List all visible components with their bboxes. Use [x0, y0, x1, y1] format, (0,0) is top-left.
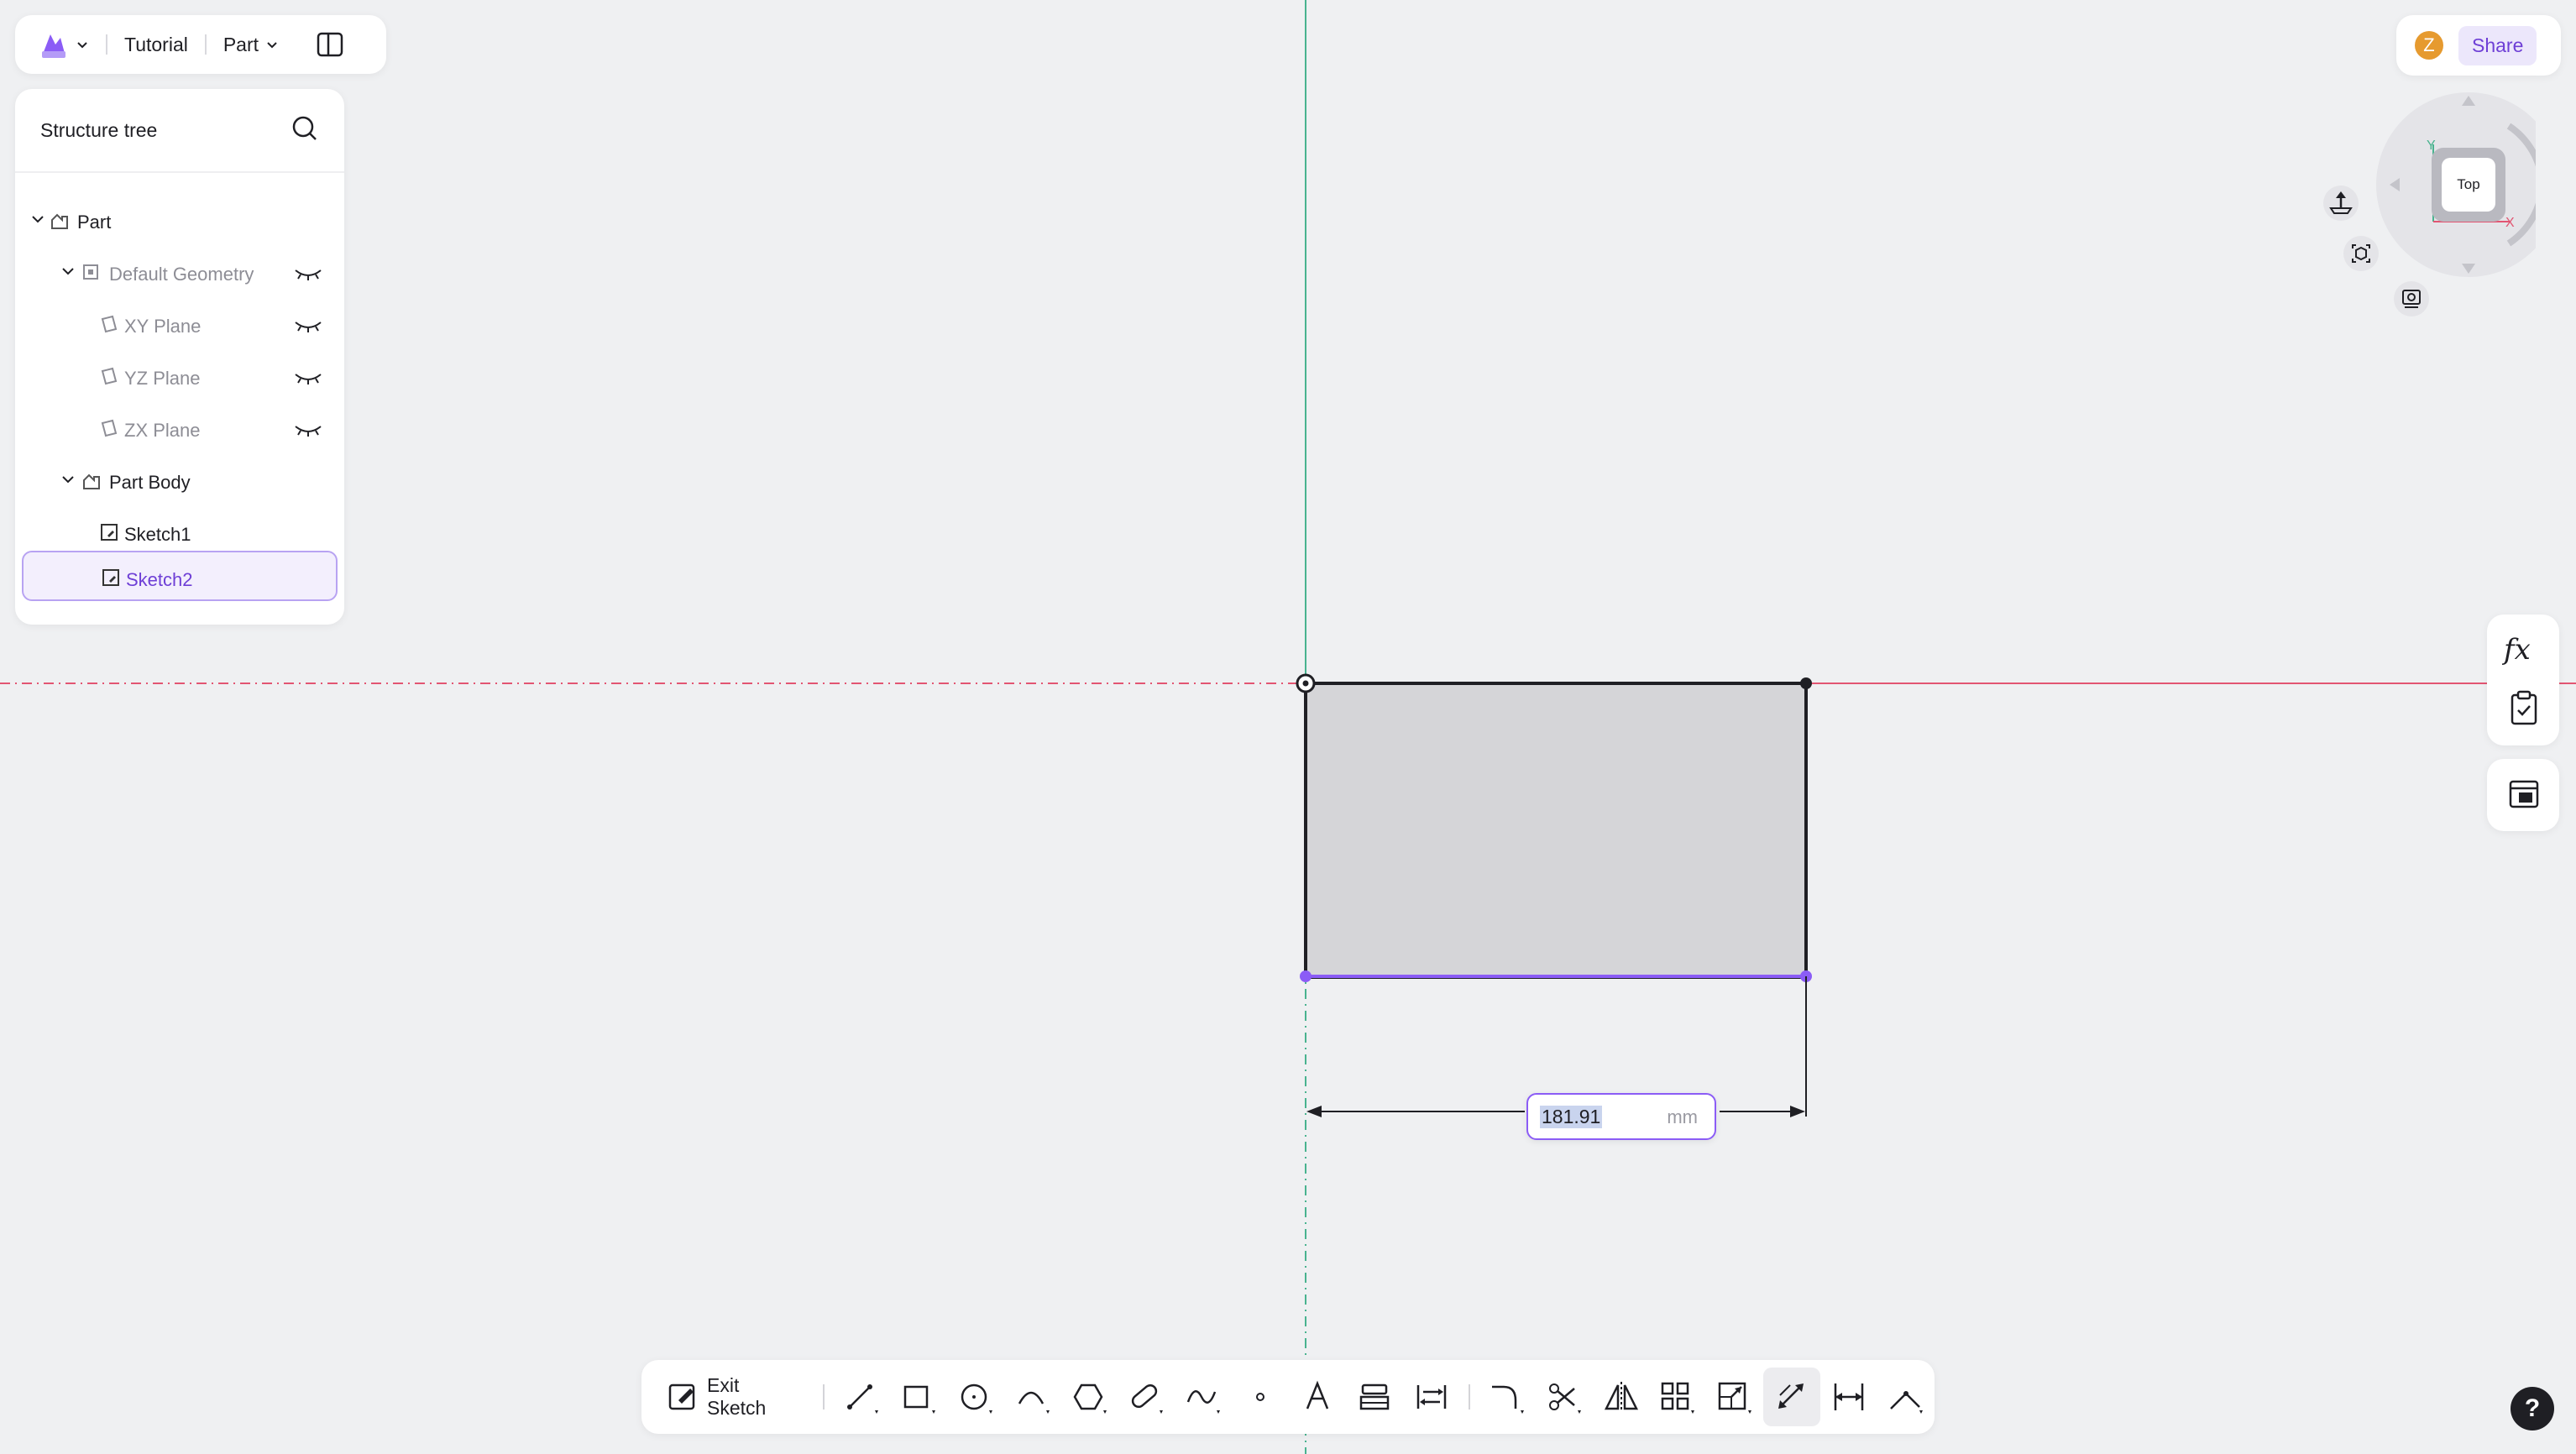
help-button[interactable]: ?: [2511, 1387, 2554, 1430]
structure-tree-panel: Structure tree Part Default Geometry XY …: [15, 89, 344, 625]
tree-item-zx-plane[interactable]: ZX Plane: [15, 403, 344, 455]
chevron-down-icon[interactable]: [60, 264, 76, 279]
slot-tool-icon[interactable]: [1118, 1368, 1175, 1426]
axis-label: X: [2505, 216, 2515, 230]
pattern-tool-icon[interactable]: [1649, 1368, 1706, 1426]
home-view-icon[interactable]: [2322, 185, 2359, 222]
project-tool-icon[interactable]: [1346, 1368, 1403, 1426]
tree-item-xy-plane[interactable]: XY Plane: [15, 299, 344, 351]
sketch-canvas[interactable]: [0, 0, 2576, 1454]
origin-point-center: [1302, 680, 1309, 687]
exit-sketch-icon: [667, 1380, 700, 1414]
eye-closed-icon[interactable]: [294, 423, 322, 437]
trim-tool-icon[interactable]: [1536, 1368, 1593, 1426]
tree-item-yz-plane[interactable]: YZ Plane: [15, 351, 344, 403]
divider: [106, 34, 107, 55]
dimension-unit: mm: [1667, 1106, 1698, 1127]
dimension-input[interactable]: 181.91 mm: [1526, 1093, 1716, 1140]
dimension-value[interactable]: 181.91: [1540, 1106, 1603, 1128]
plane-icon: [99, 366, 119, 386]
checklist-icon[interactable]: [2507, 690, 2541, 727]
chevron-down-icon[interactable]: [30, 212, 45, 227]
project-name[interactable]: Tutorial: [124, 34, 188, 56]
line-tool-icon[interactable]: [833, 1368, 890, 1426]
vertex-point: [1800, 677, 1812, 689]
tree-item-label: ZX Plane: [124, 420, 201, 441]
part-icon: [49, 210, 71, 232]
tree-item-label: Part Body: [109, 472, 191, 493]
formula-icon[interactable]: fx: [2504, 633, 2531, 667]
sketch-rectangle: [1304, 682, 1808, 979]
sketch-icon: [101, 567, 121, 588]
parameters-table-icon[interactable]: [2507, 777, 2541, 811]
circle-tool-icon[interactable]: [947, 1368, 1004, 1426]
mode-selector[interactable]: Part: [223, 34, 259, 56]
panel-toggle-icon[interactable]: [316, 30, 344, 59]
app-logo-icon[interactable]: [37, 28, 71, 61]
sketch-icon: [99, 522, 119, 542]
point-tool-icon[interactable]: [1232, 1368, 1289, 1426]
tree-item-label: Part: [77, 212, 112, 233]
divider: [823, 1384, 825, 1410]
tree-item-label: YZ Plane: [124, 368, 201, 389]
tree-item-sketch2[interactable]: Sketch2: [22, 551, 338, 601]
plane-icon: [99, 418, 119, 438]
rectangle-tool-icon[interactable]: [890, 1368, 947, 1426]
top-bar: Tutorial Part: [15, 15, 386, 74]
plane-icon: [99, 314, 119, 334]
text-tool-icon[interactable]: [1289, 1368, 1346, 1426]
side-tools: [2487, 759, 2559, 831]
mirror-tool-icon[interactable]: [1593, 1368, 1650, 1426]
divider: [15, 171, 344, 173]
eye-closed-icon[interactable]: [294, 267, 322, 280]
constraint-tool-icon[interactable]: [1820, 1368, 1877, 1426]
side-tools: fx: [2487, 615, 2559, 745]
axis-label: Y: [2427, 139, 2436, 153]
fillet-tool-icon[interactable]: [1479, 1368, 1536, 1426]
polygon-tool-icon[interactable]: [1061, 1368, 1118, 1426]
cube-face-label: Top: [2457, 176, 2479, 192]
offset-tool-icon[interactable]: [1403, 1368, 1460, 1426]
zoom-fit-icon[interactable]: [2343, 235, 2380, 272]
render-mode-icon[interactable]: [2393, 280, 2430, 317]
eye-closed-icon[interactable]: [294, 371, 322, 384]
body-icon: [81, 470, 102, 492]
search-icon[interactable]: [291, 114, 319, 143]
dimension-arrow: [1306, 1106, 1322, 1117]
scale-tool-icon[interactable]: [1706, 1368, 1763, 1426]
chevron-down-icon[interactable]: [60, 472, 76, 487]
tree-item-label: XY Plane: [124, 316, 202, 337]
panel-title: Structure tree: [40, 119, 158, 141]
tree-item-label: Sketch2: [126, 569, 193, 590]
spline-tool-icon[interactable]: [1175, 1368, 1232, 1426]
sketch-toolbar: Exit Sketch: [641, 1360, 1935, 1434]
divider: [204, 34, 207, 55]
tree-item-label: Default Geometry: [109, 264, 254, 285]
geometry-icon: [81, 262, 101, 282]
eye-closed-icon[interactable]: [294, 319, 322, 332]
exit-sketch-label: Exit Sketch: [707, 1374, 767, 1419]
exit-sketch-button[interactable]: Exit Sketch: [667, 1374, 799, 1420]
divider: [1468, 1384, 1470, 1410]
smart-dimension-tool-icon[interactable]: [1763, 1368, 1821, 1426]
share-button[interactable]: Share: [2458, 25, 2537, 65]
collaboration-bar: Z Share: [2396, 15, 2561, 76]
chevron-down-icon[interactable]: [76, 38, 89, 51]
tree-item-part[interactable]: Part: [15, 195, 344, 247]
dimension-arrow: [1790, 1106, 1805, 1117]
avatar[interactable]: Z: [2415, 31, 2443, 60]
tree-item-label: Sketch1: [124, 524, 191, 545]
vertex-point: [1300, 970, 1312, 982]
chevron-down-icon[interactable]: [265, 38, 279, 51]
tree-item-part-body[interactable]: Part Body: [15, 455, 344, 507]
tree-item-default-geometry[interactable]: Default Geometry: [15, 247, 344, 299]
arc-tool-icon[interactable]: [1004, 1368, 1061, 1426]
angle-tool-icon[interactable]: [1877, 1368, 1935, 1426]
